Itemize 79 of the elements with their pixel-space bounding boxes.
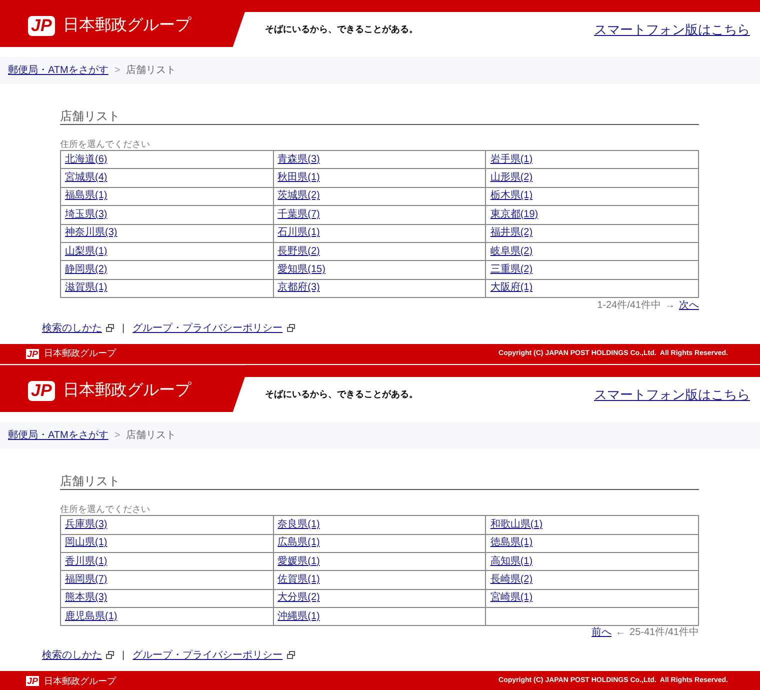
footer-link[interactable]: グループ・プライバシーポリシー [132, 320, 283, 336]
pager-link[interactable]: 前へ [592, 627, 612, 640]
prefecture-link[interactable]: 山形県(2) [490, 172, 533, 184]
link-separator: | [122, 322, 125, 336]
prefecture-link[interactable]: 広島県(1) [278, 537, 320, 548]
result-range: 1-24件/41件中 [597, 300, 661, 312]
logo-text: 日本郵政グループ [62, 380, 191, 401]
footer-link[interactable]: 検索のしかた [42, 320, 102, 336]
breadcrumb-separator: > [114, 429, 120, 444]
page-heading: 店舗リスト [60, 108, 121, 124]
prefecture-link[interactable]: 静岡県(2) [65, 264, 108, 276]
prefecture-link[interactable]: 神奈川県(3) [65, 227, 118, 238]
footer-logo-text: 日本郵政グループ [44, 347, 116, 360]
prefecture-link[interactable]: 北海道(6) [65, 154, 108, 165]
prefecture-link[interactable]: 岡山県(1) [65, 537, 108, 548]
breadcrumb-separator: > [114, 64, 120, 78]
prefecture-link[interactable]: 三重県(2) [490, 264, 533, 276]
logo-mark: JP [28, 380, 55, 401]
logo-text: 日本郵政グループ [62, 16, 191, 36]
prefecture-link[interactable]: 愛媛県(1) [278, 556, 320, 567]
prefecture-link[interactable]: 青森県(3) [278, 154, 320, 165]
prefecture-link[interactable]: 埼玉県(3) [65, 208, 108, 220]
page-heading: 店舗リスト [60, 473, 121, 490]
prefecture-link[interactable]: 京都府(3) [278, 282, 320, 294]
prefecture-link[interactable]: 和歌山県(1) [490, 518, 543, 530]
prefecture-link[interactable]: 沖縄県(1) [278, 610, 320, 622]
prefecture-link[interactable]: 千葉県(7) [278, 208, 320, 220]
prefecture-link[interactable]: 香川県(1) [65, 556, 108, 567]
prefecture-link[interactable]: 長野県(2) [278, 246, 320, 257]
prefecture-link[interactable]: 愛知県(15) [278, 264, 326, 276]
prefecture-link[interactable]: 長崎県(2) [490, 574, 533, 585]
prefecture-link[interactable]: 滋賀県(1) [65, 282, 108, 294]
new-window-icon [286, 324, 295, 332]
arrow-text: ← [616, 627, 626, 640]
prefecture-link[interactable]: 兵庫県(3) [65, 518, 108, 530]
tagline: そばにいるから、できることがある。 [265, 22, 418, 36]
footer-logo-mark: JP [26, 676, 40, 686]
smartphone-link[interactable]: スマートフォン版はこちら [594, 20, 750, 40]
prefecture-link[interactable]: 徳島県(1) [490, 537, 533, 548]
breadcrumb-link[interactable]: 郵便局・ATMをさがす [8, 428, 108, 444]
prefecture-link[interactable]: 東京都(19) [490, 208, 538, 220]
prefecture-link[interactable]: 石川県(1) [278, 227, 320, 238]
prefecture-link[interactable]: 佐賀県(1) [278, 574, 320, 585]
prefecture-link[interactable]: 福岡県(7) [65, 574, 108, 585]
pager-link[interactable]: 次へ [679, 300, 699, 312]
prefecture-link[interactable]: 秋田県(1) [278, 172, 320, 184]
prefecture-link[interactable]: 岩手県(1) [490, 154, 533, 165]
result-range: 25-41件/41件中 [630, 627, 699, 640]
footer-logo-mark: JP [26, 349, 40, 360]
prefecture-link[interactable]: 茨城県(2) [278, 190, 320, 202]
prefecture-link[interactable]: 奈良県(1) [278, 518, 320, 530]
footer-link[interactable]: グループ・プライバシーポリシー [132, 648, 283, 663]
prefecture-link[interactable]: 山梨県(1) [65, 246, 108, 257]
new-window-icon [286, 651, 295, 660]
prefecture-link[interactable]: 栃木県(1) [490, 190, 533, 202]
caption: 住所を選んでください [60, 138, 151, 150]
prefecture-link[interactable]: 岐阜県(2) [490, 246, 533, 257]
prefecture-link[interactable]: 大阪府(1) [490, 282, 533, 294]
prefecture-link[interactable]: 宮城県(4) [65, 172, 108, 184]
link-separator: | [122, 648, 125, 663]
prefecture-link[interactable]: 福島県(1) [65, 190, 108, 202]
caption: 住所を選んでください [60, 503, 151, 516]
smartphone-link[interactable]: スマートフォン版はこちら [594, 384, 750, 404]
new-window-icon [106, 324, 114, 332]
new-window-icon [106, 651, 114, 660]
logo-mark: JP [28, 16, 55, 36]
prefecture-link[interactable]: 高知県(1) [490, 556, 533, 567]
footer-logo-text: 日本郵政グループ [44, 674, 116, 688]
breadcrumb-current: 店舗リスト [126, 64, 176, 78]
prefecture-link[interactable]: 熊本県(3) [65, 592, 108, 604]
breadcrumb-current: 店舗リスト [126, 428, 176, 444]
footer-link[interactable]: 検索のしかた [42, 648, 102, 663]
prefecture-link[interactable]: 福井県(2) [490, 227, 533, 238]
prefecture-link[interactable]: 鹿児島県(1) [65, 610, 118, 622]
breadcrumb-link[interactable]: 郵便局・ATMをさがす [8, 63, 108, 78]
arrow-text: → [665, 300, 675, 312]
tagline: そばにいるから、できることがある。 [265, 388, 418, 401]
prefecture-link[interactable]: 大分県(2) [278, 592, 320, 604]
prefecture-link[interactable]: 宮崎県(1) [490, 592, 533, 604]
